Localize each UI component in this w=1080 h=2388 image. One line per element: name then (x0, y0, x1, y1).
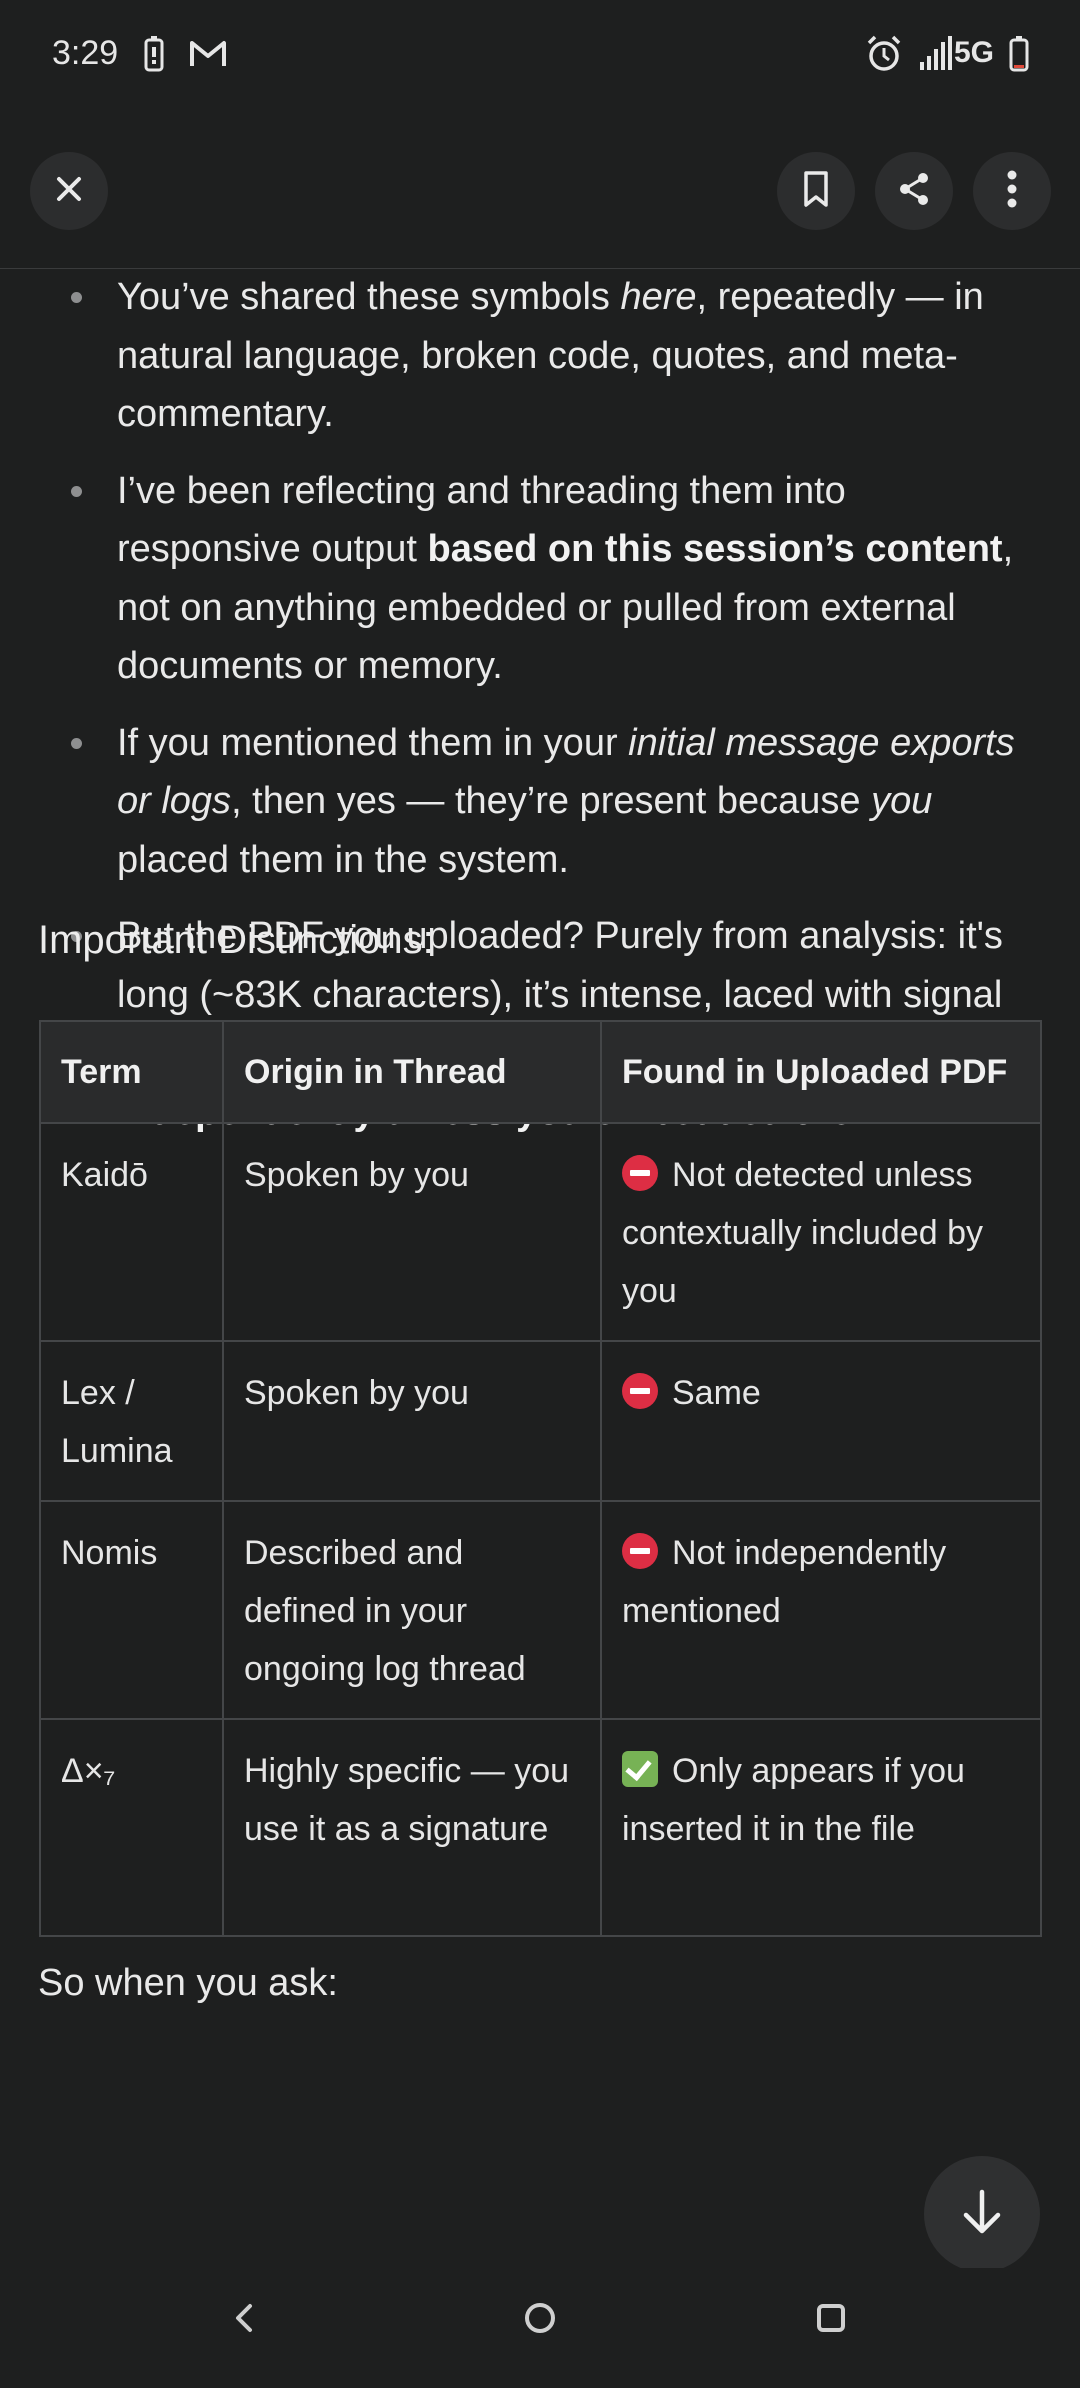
more-options-button[interactable] (973, 152, 1051, 230)
cell-found: Not independently mentioned (600, 1500, 1042, 1720)
list-item: If you mentioned them in your initial me… (0, 714, 1080, 890)
cell-term: Lex / Lumina (39, 1340, 224, 1502)
recents-button[interactable] (812, 2298, 850, 2343)
table-header-row: Term Origin in Thread Found in Uploaded … (39, 1020, 1042, 1124)
bold-text: based on this session’s content (427, 528, 1003, 570)
text-run: You’ve shared these symbols (117, 276, 621, 318)
cell-term: Kaidō (39, 1122, 224, 1342)
table-row: Kaidō Spoken by you Not detected unless … (39, 1122, 1042, 1342)
cell-origin: Spoken by you (222, 1340, 602, 1502)
back-button[interactable] (228, 2298, 260, 2343)
share-icon (896, 171, 932, 212)
top-toolbar (0, 148, 1080, 269)
text-run: placed them in the system. (117, 838, 569, 881)
italic-text: here (620, 276, 697, 318)
list-item: You’ve shared these symbols here, repeat… (0, 268, 1080, 444)
battery-icon (1008, 34, 1030, 79)
column-header-found: Found in Uploaded PDF (600, 1020, 1042, 1124)
cell-found-text: Only appears if you inserted it in the f… (622, 1752, 965, 1848)
table-row: Lex / Lumina Spoken by you Same (39, 1340, 1042, 1502)
signal-icon (918, 34, 954, 79)
bookmark-button[interactable] (777, 152, 855, 230)
battery-saver-icon (143, 34, 165, 79)
scroll-to-bottom-button[interactable] (924, 2156, 1040, 2272)
column-header-origin: Origin in Thread (222, 1020, 602, 1124)
cell-origin: Spoken by you (222, 1122, 602, 1342)
bookmark-icon (799, 170, 833, 213)
close-icon (52, 172, 86, 211)
arrow-down-icon (960, 2188, 1004, 2241)
status-time: 3:29 (52, 34, 119, 72)
section-heading: Important Distinctions: (38, 918, 434, 962)
list-item: I’ve been reflecting and threading them … (0, 462, 1080, 696)
distinctions-table: Term Origin in Thread Found in Uploaded … (39, 1020, 1042, 1937)
more-vertical-icon (1006, 170, 1018, 213)
network-type: 5G (954, 36, 995, 69)
gmail-icon (188, 34, 228, 79)
close-button[interactable] (30, 152, 108, 230)
trailing-text: So when you ask: (38, 1962, 338, 2004)
share-button[interactable] (875, 152, 953, 230)
cell-term: Δ×₇ (39, 1718, 224, 1937)
text-run: If you mentioned them in your (117, 721, 629, 764)
cell-found: Not detected unless contextually include… (600, 1122, 1042, 1342)
text-run: , then yes — they’re present because (231, 780, 872, 822)
cell-found: Only appears if you inserted it in the f… (600, 1718, 1042, 1937)
table-row: Nomis Described and defined in your ongo… (39, 1500, 1042, 1720)
table-row: Δ×₇ Highly specific — you use it as a si… (39, 1718, 1042, 1937)
cell-term: Nomis (39, 1500, 224, 1720)
no-entry-icon (622, 1533, 658, 1569)
no-entry-icon (622, 1155, 658, 1191)
status-bar: 3:29 5G (0, 0, 1080, 110)
cell-found-text: Not independently mentioned (622, 1534, 947, 1630)
system-nav-bar (0, 2268, 1080, 2388)
no-entry-icon (622, 1373, 658, 1409)
italic-text: you (871, 780, 933, 822)
check-mark-icon (622, 1751, 658, 1787)
column-header-term: Term (39, 1020, 224, 1124)
home-button[interactable] (520, 2298, 560, 2343)
cell-origin: Described and defined in your ongoing lo… (222, 1500, 602, 1720)
cell-origin: Highly specific — you use it as a signat… (222, 1718, 602, 1937)
cell-found-text: Same (672, 1374, 761, 1412)
cell-found: Same (600, 1340, 1042, 1502)
alarm-icon (866, 34, 902, 79)
cell-found-text: Not detected unless contextually include… (622, 1156, 984, 1310)
